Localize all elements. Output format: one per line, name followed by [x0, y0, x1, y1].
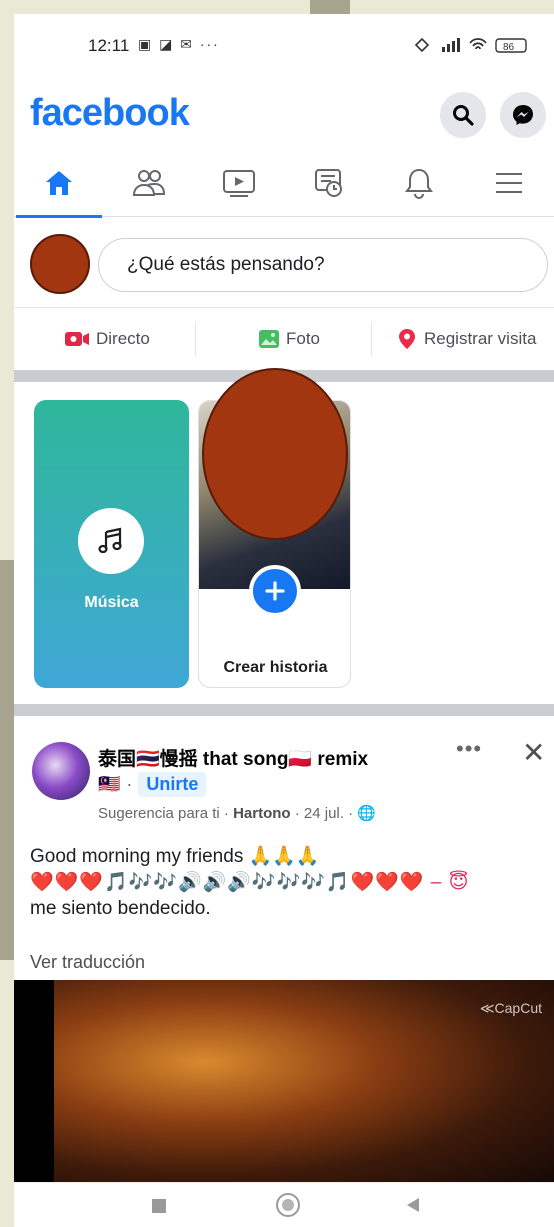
main-nav — [14, 149, 554, 218]
photo-button[interactable]: Foto — [258, 308, 373, 370]
tab-menu[interactable] — [464, 149, 554, 217]
whats-on-your-mind-input[interactable]: ¿Qué estás pensando? — [98, 238, 548, 292]
plus-icon — [265, 581, 285, 601]
messenger-icon — [513, 105, 533, 125]
post-meta: Sugerencia para ti · Hartono · 24 jul. ·… — [98, 804, 376, 822]
country-flag: 🇲🇾 — [98, 774, 121, 794]
music-note-icon — [78, 508, 144, 574]
friends-icon — [132, 170, 166, 196]
recents-button[interactable] — [152, 1199, 166, 1213]
action-separator — [371, 322, 373, 356]
video-watermark: ≪CapCut — [479, 1000, 542, 1016]
post-video[interactable]: ≪CapCut — [14, 980, 554, 1186]
app-header: facebook — [14, 76, 554, 142]
photo-label: Foto — [286, 329, 321, 348]
add-story-button[interactable] — [249, 565, 301, 617]
join-button[interactable]: Unirte — [138, 772, 207, 797]
more-options-button[interactable]: ••• — [456, 736, 482, 762]
post-text: Good morning my friends 🙏🙏🙏 ❤️❤️❤️🎵🎶🎶🔊🔊🔊… — [30, 844, 540, 922]
live-video-icon — [65, 332, 89, 346]
messenger-button[interactable] — [500, 92, 546, 138]
create-story-label: Crear historia — [223, 659, 328, 676]
menu-icon — [496, 173, 522, 193]
system-navigation-bar — [14, 1182, 554, 1227]
see-translation-link[interactable]: Ver traducción — [30, 952, 145, 973]
facebook-logo[interactable]: facebook — [30, 92, 190, 135]
live-button[interactable]: Directo — [64, 308, 196, 370]
redaction-mark — [202, 368, 348, 540]
watch-icon — [223, 170, 255, 197]
post-group-title[interactable]: 泰国🇹🇭慢摇 that song🇵🇱 remix — [98, 744, 368, 771]
home-icon — [46, 171, 72, 195]
post-text-line: Good morning my friends 🙏🙏🙏 — [30, 846, 320, 867]
group-avatar[interactable] — [32, 742, 90, 800]
post-subline: 🇲🇾 · Unirte — [98, 772, 207, 797]
post-author[interactable]: Hartono — [233, 805, 291, 822]
search-button[interactable] — [440, 92, 486, 138]
post-composer: ¿Qué estás pensando? — [14, 218, 554, 308]
bell-icon — [405, 168, 433, 199]
section-divider — [14, 704, 554, 716]
photo-icon — [259, 330, 279, 348]
dot-separator: · — [126, 774, 133, 794]
music-label: Música — [84, 594, 139, 611]
feed-post: 泰国🇹🇭慢摇 that song🇵🇱 remix 🇲🇾 · Unirte Sug… — [14, 716, 554, 1186]
meta-prefix: Sugerencia para ti · — [98, 805, 234, 822]
backdrop-stripe — [0, 560, 14, 960]
avatar[interactable] — [30, 234, 90, 294]
story-music-card[interactable]: Música — [34, 400, 189, 688]
checkin-button[interactable]: Registrar visita — [398, 308, 536, 370]
home-button[interactable] — [276, 1193, 300, 1217]
notification-icons: ▣ ◪ ✉ ··· — [138, 36, 220, 52]
phone-screen: 12:11 ▣ ◪ ✉ ··· 86 facebook ¿Qué estás p… — [14, 14, 554, 1227]
stories-tray: Música Crear historia — [14, 368, 554, 702]
composer-actions: Directo Foto Registrar visita — [14, 308, 554, 370]
back-button[interactable] — [406, 1197, 420, 1218]
system-icons: 86 — [412, 35, 532, 59]
tab-home[interactable] — [14, 149, 104, 218]
meta-suffix: · 24 jul. · 🌐 — [290, 805, 376, 822]
backdrop-stripe — [310, 0, 350, 14]
post-text-line: ❤️❤️❤️🎵🎶🎶🔊🔊🔊🎶🎶🎶🎵❤️❤️❤️ – 😇 — [30, 872, 470, 893]
status-bar: 12:11 ▣ ◪ ✉ ··· 86 — [14, 14, 554, 76]
back-triangle-icon — [407, 1198, 419, 1212]
news-icon — [315, 169, 342, 197]
action-separator — [194, 322, 196, 356]
home-button-dot — [282, 1199, 294, 1211]
tab-watch[interactable] — [194, 149, 284, 217]
location-pin-icon — [399, 329, 415, 349]
post-text-line: me siento bendecido. — [30, 898, 211, 919]
tab-friends[interactable] — [104, 149, 194, 217]
hide-post-button[interactable]: ✕ — [522, 736, 545, 769]
tab-news[interactable] — [284, 149, 374, 217]
checkin-label: Registrar visita — [424, 329, 537, 348]
status-time: 12:11 — [88, 36, 130, 55]
live-label: Directo — [96, 329, 150, 348]
tab-notifications[interactable] — [374, 149, 464, 217]
search-icon — [453, 105, 474, 126]
svg-text:86: 86 — [503, 42, 515, 53]
